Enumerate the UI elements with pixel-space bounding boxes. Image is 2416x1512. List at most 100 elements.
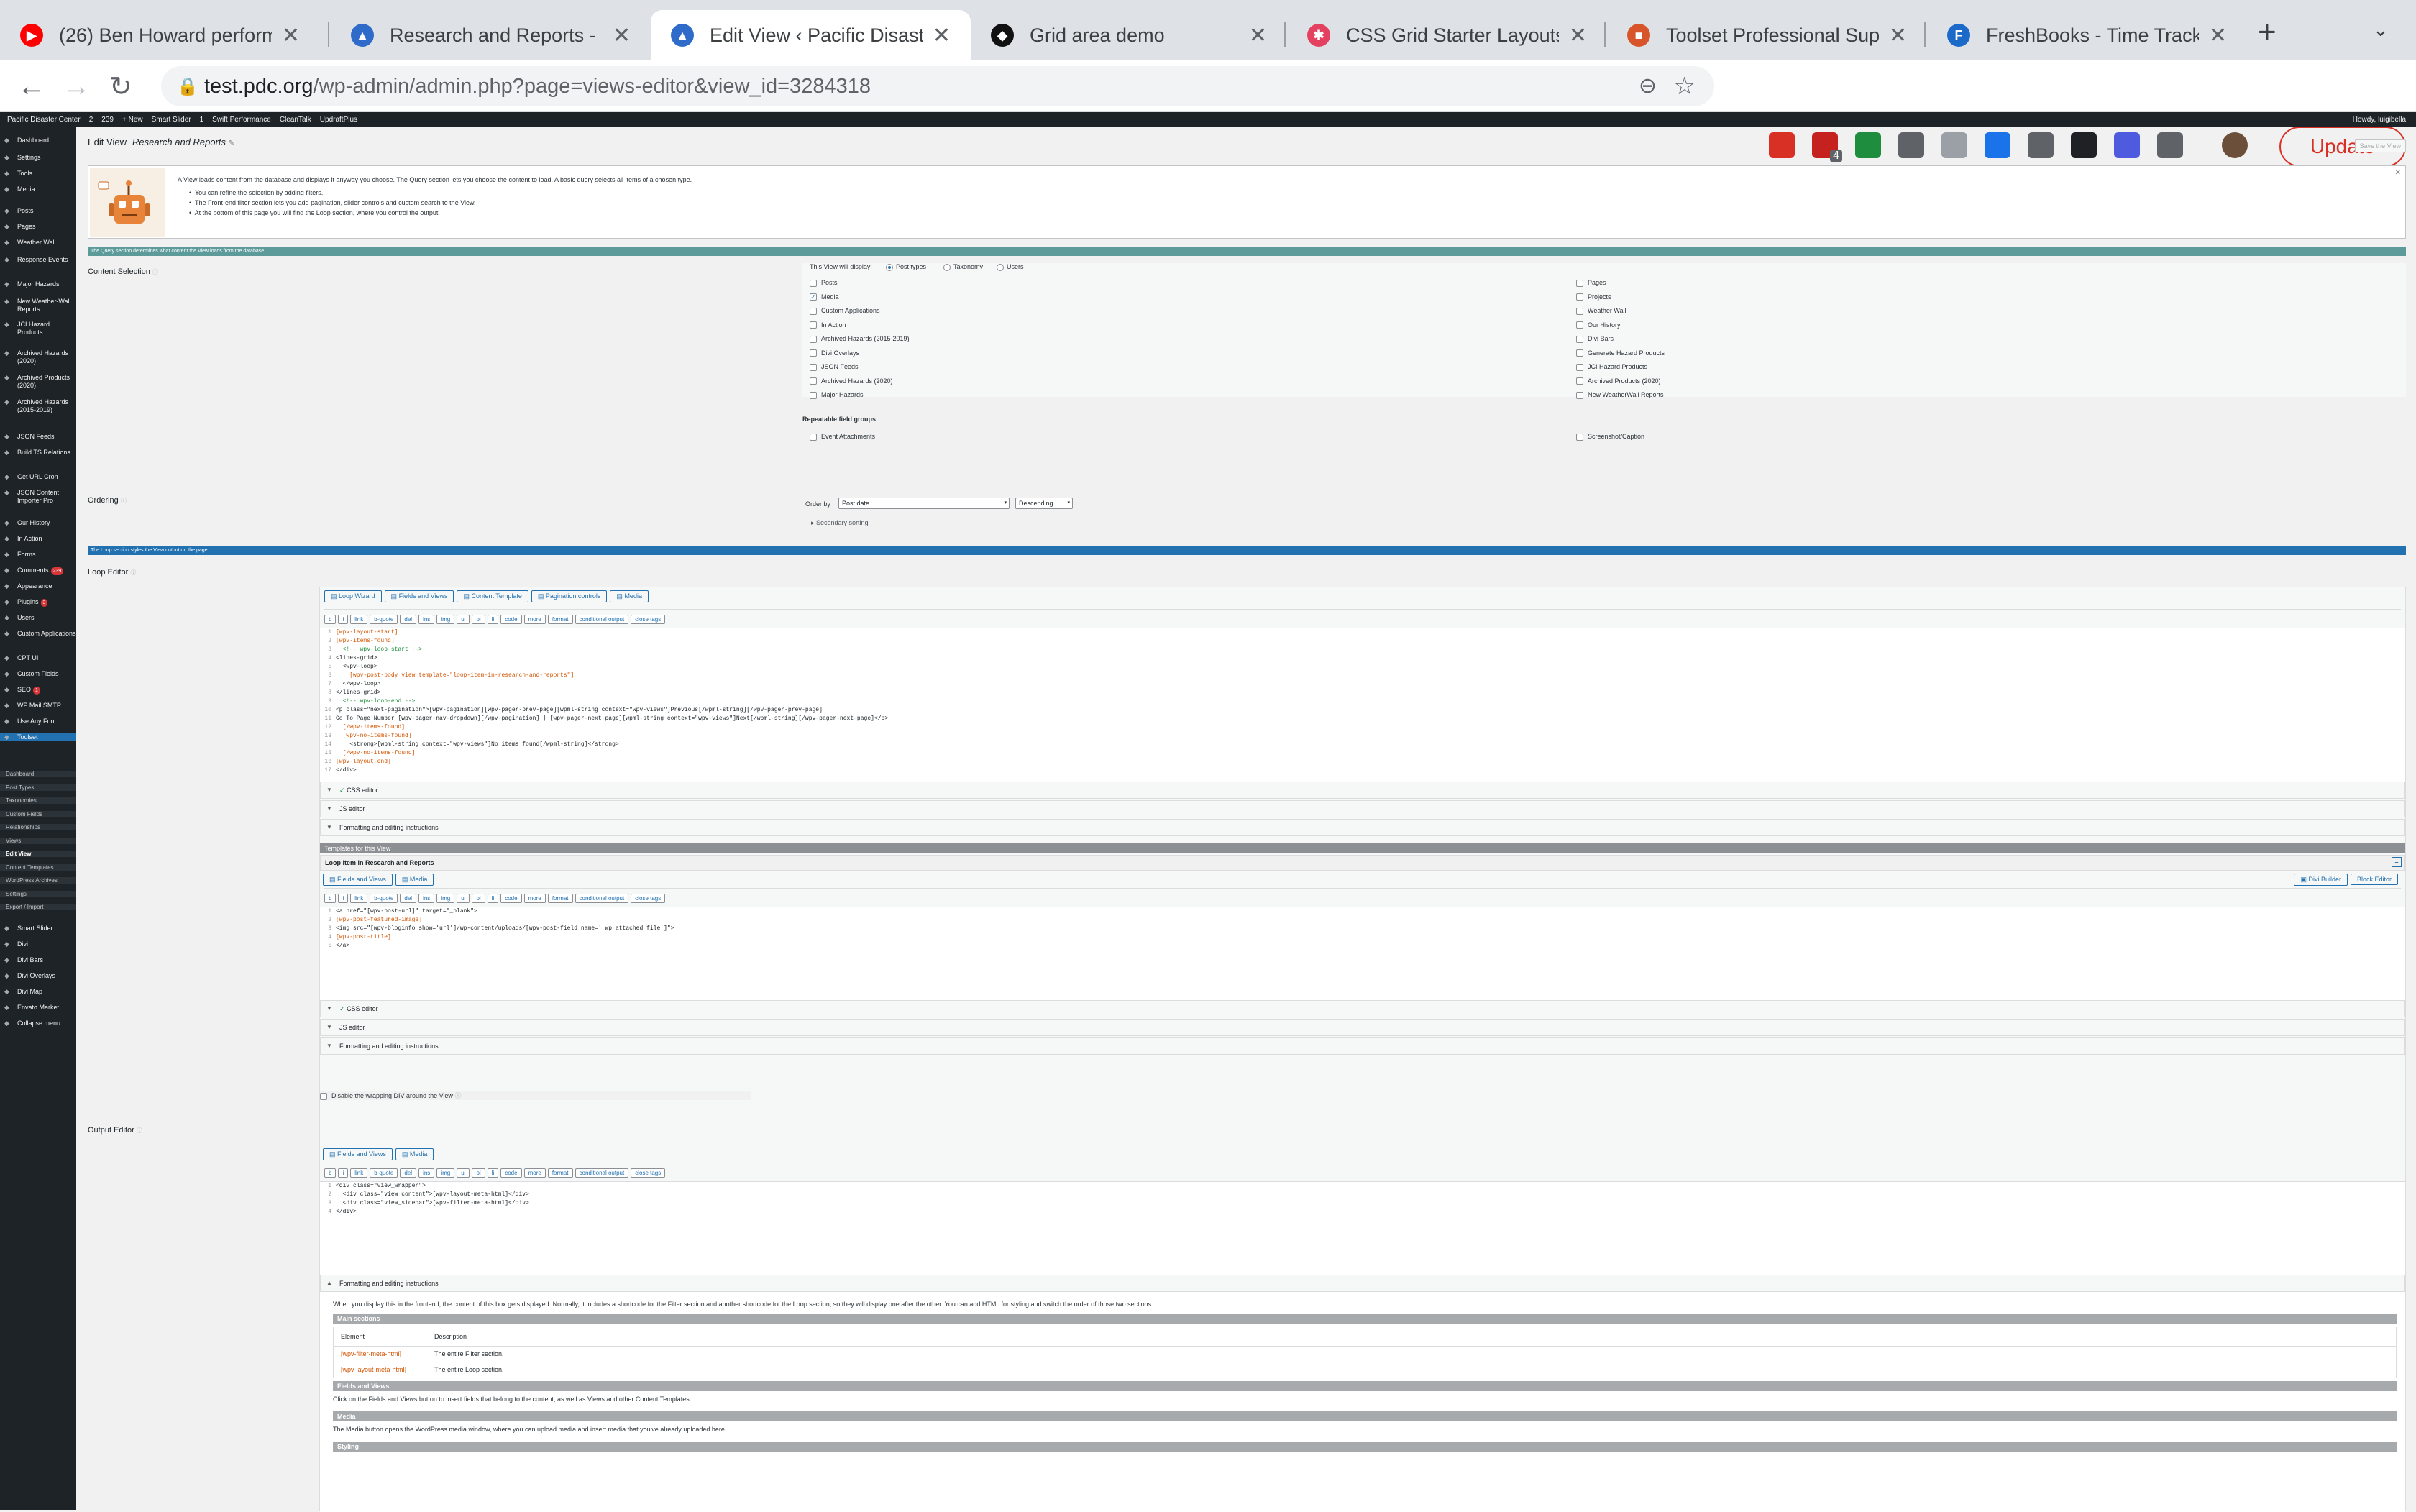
sidebar-item[interactable]: ◆ Major Hazards [0, 280, 76, 288]
disable-wrap-option[interactable]: Disable the wrapping DIV around the View… [320, 1091, 751, 1100]
checkbox[interactable] [1576, 279, 1583, 287]
post-type-option[interactable]: Archived Hazards (2015-2019) [810, 335, 910, 343]
editor-button[interactable]: ▤ Loop Wizard [324, 590, 382, 602]
quicktag-button[interactable]: ul [457, 1168, 470, 1178]
sidebar-item[interactable]: ◆ Plugins 3 [0, 598, 76, 607]
sidebar-item[interactable]: ◆ Appearance [0, 582, 76, 590]
js-editor-toggle[interactable]: ▼ JS editor [320, 800, 2405, 817]
quicktag-button[interactable]: more [523, 615, 546, 624]
quicktag-button[interactable]: li [487, 1168, 499, 1178]
quicktag-button[interactable]: ul [457, 615, 470, 624]
help-icon[interactable]: ⓘ [121, 498, 127, 504]
repeatable-option[interactable]: Screenshot/Caption [1576, 433, 1644, 441]
quicktag-button[interactable]: ins [418, 894, 435, 903]
checkbox[interactable] [1576, 377, 1583, 385]
template-formatting-toggle[interactable]: ▼ Formatting and editing instructions [320, 1037, 2405, 1055]
checkbox[interactable] [1576, 349, 1583, 357]
browser-tab[interactable]: ✱ CSS Grid Starter Layouts | C ✕ [1287, 10, 1607, 60]
checkbox[interactable] [1576, 433, 1583, 441]
quicktag-button[interactable]: code [500, 1168, 522, 1178]
sidebar-item[interactable]: ◆ In Action [0, 535, 76, 543]
sidebar-item[interactable]: ◆ WP Mail SMTP [0, 702, 76, 710]
sidebar-item[interactable]: ◆ Divi Map [0, 988, 76, 996]
quicktag-button[interactable]: ul [457, 894, 470, 903]
quicktag-button[interactable]: close tags [631, 894, 666, 903]
quicktag-button[interactable]: conditional output [575, 615, 629, 624]
admin-bar-item[interactable]: 239 [101, 116, 114, 124]
editor-button[interactable]: ▤ Fields and Views [323, 1148, 393, 1160]
quicktag-button[interactable]: more [523, 1168, 546, 1178]
post-type-option[interactable]: Our History [1576, 321, 1621, 329]
sidebar-subitem[interactable]: Edit View [0, 851, 76, 857]
quicktag-button[interactable]: ol [472, 894, 485, 903]
quicktag-button[interactable]: format [547, 894, 573, 903]
sidebar-item[interactable]: ◆ Archived Products (2020) [0, 374, 76, 390]
radio-button[interactable] [886, 263, 893, 271]
display-option-1[interactable]: Taxonomy [943, 263, 983, 271]
quicktag-button[interactable]: format [547, 1168, 573, 1178]
admin-bar-item[interactable]: 2 [89, 116, 93, 124]
save-view-button[interactable]: Save the View [2354, 139, 2406, 152]
display-option-2[interactable]: Users [997, 263, 1024, 271]
close-icon[interactable]: ✕ [2209, 23, 2227, 48]
sidebar-item[interactable]: ◆ Our History [0, 519, 76, 527]
admin-bar-item[interactable]: 1 [200, 116, 204, 124]
sidebar-item[interactable]: ◆ JSON Content Importer Pro [0, 489, 76, 505]
quicktag-button[interactable]: del [400, 615, 417, 624]
quicktag-button[interactable]: img [436, 1168, 455, 1178]
checkbox[interactable]: ✓ [810, 293, 817, 301]
divi-builder-button[interactable]: ▣ Divi Builder [2294, 874, 2348, 886]
checkbox[interactable] [1576, 293, 1583, 301]
sidebar-item[interactable]: ◆ Weather Wall [0, 239, 76, 247]
sidebar-item[interactable]: ◆ Comments 239 [0, 567, 76, 575]
post-type-option[interactable]: Divi Bars [1576, 335, 1614, 343]
quicktag-button[interactable]: ins [418, 1168, 435, 1178]
browser-tab[interactable]: F FreshBooks - Time Tracking ✕ [1927, 10, 2247, 60]
checkbox[interactable] [1576, 321, 1583, 329]
editor-button[interactable]: ▤ Fields and Views [384, 590, 454, 602]
sidebar-subitem[interactable]: Dashboard [0, 771, 76, 777]
checkbox[interactable] [1576, 363, 1583, 371]
output-code-editor[interactable]: 1 <div class="view_wrapper"> 2 <div class=… [320, 1181, 2405, 1275]
tab-search-icon[interactable]: ⌄ [2373, 19, 2389, 41]
css-editor-toggle[interactable]: ▼ ✓ CSS editor [320, 782, 2405, 799]
sidebar-item[interactable]: ◆ Pages [0, 223, 76, 231]
editor-button[interactable]: ▤ Content Template [457, 590, 528, 602]
quicktag-button[interactable]: b-quote [370, 1168, 398, 1178]
checkbox[interactable] [810, 391, 817, 399]
sidebar-subitem[interactable]: Export / Import [0, 904, 76, 910]
quicktag-button[interactable]: link [350, 1168, 368, 1178]
post-type-option[interactable]: JCI Hazard Products [1576, 363, 1647, 371]
block-editor-button[interactable]: Block Editor [2350, 874, 2398, 885]
checkbox[interactable] [810, 433, 817, 441]
sidebar-item[interactable]: ◆ Custom Fields [0, 670, 76, 678]
quicktag-button[interactable]: img [436, 894, 455, 903]
checkbox[interactable] [1576, 307, 1583, 315]
quicktag-button[interactable]: link [350, 615, 368, 624]
sidebar-item[interactable]: ◆ Custom Applications [0, 630, 76, 638]
post-type-option[interactable]: Divi Overlays [810, 349, 859, 357]
sidebar-item[interactable]: ◆ Divi Bars [0, 956, 76, 964]
sidebar-subitem[interactable]: Views [0, 837, 76, 844]
post-type-option[interactable]: Major Hazards [810, 391, 864, 399]
repeatable-option[interactable]: Event Attachments [810, 433, 875, 441]
sidebar-item[interactable]: ◆ Get URL Cron [0, 473, 76, 481]
quicktag-button[interactable]: img [436, 615, 455, 624]
admin-bar-item[interactable]: Smart Slider [152, 116, 191, 124]
checkbox[interactable] [810, 363, 817, 371]
post-type-option[interactable]: In Action [810, 321, 846, 329]
browser-tab[interactable]: ▶ (26) Ben Howard performing ✕ [0, 10, 320, 60]
zoom-icon[interactable]: ⊖ [1639, 73, 1657, 98]
quicktag-button[interactable]: del [400, 1168, 417, 1178]
new-tab-icon[interactable]: + [2258, 14, 2277, 50]
address-bar[interactable]: 🔒 test.pdc.org/wp-admin/admin.php?page=v… [161, 66, 1714, 106]
quicktag-button[interactable]: i [338, 615, 349, 624]
sidebar-item[interactable]: ◆ Tools [0, 170, 76, 178]
back-icon[interactable]: ← [17, 70, 46, 103]
sidebar-item[interactable]: ◆ Divi [0, 940, 76, 948]
quicktag-button[interactable]: conditional output [575, 894, 629, 903]
post-type-option[interactable]: New WeatherWall Reports [1576, 391, 1664, 399]
sidebar-item[interactable]: ◆ Dashboard [0, 137, 76, 145]
howdy-user[interactable]: Howdy, luigibella [2353, 116, 2406, 124]
post-type-option[interactable]: Generate Hazard Products [1576, 349, 1665, 357]
